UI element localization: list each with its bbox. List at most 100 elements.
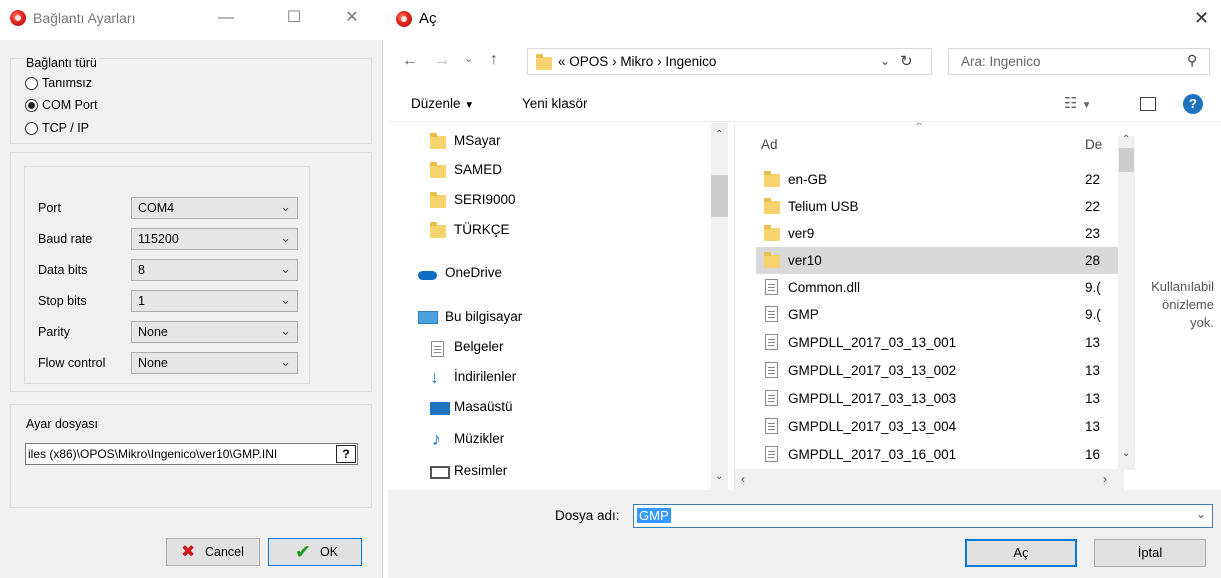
column-header-date[interactable]: De bbox=[1085, 137, 1102, 152]
up-arrow-icon[interactable]: ↑ bbox=[490, 51, 498, 69]
connection-settings-dialog: Bağlantı Ayarları — ☐ ✕ Bağlantı türü Ta… bbox=[0, 0, 383, 578]
close-icon[interactable]: ✕ bbox=[1194, 8, 1209, 29]
search-icon[interactable]: ⚲ bbox=[1187, 52, 1197, 69]
nav-scrollbar[interactable]: ⌃ ⌄ bbox=[711, 123, 728, 490]
file-row[interactable]: GMPDLL_2017_03_13_001 13 bbox=[756, 329, 1124, 356]
folder-icon bbox=[430, 222, 446, 238]
radio-com-port[interactable]: COM Port bbox=[25, 97, 145, 115]
breadcrumb-item-opos[interactable]: OPOS bbox=[569, 54, 608, 69]
close-button[interactable]: ✕ bbox=[340, 8, 364, 28]
scroll-up-icon[interactable]: ⌃ bbox=[1122, 134, 1130, 145]
title-bar: Bağlantı Ayarları — ☐ ✕ bbox=[0, 0, 383, 40]
file-date: 13 bbox=[1085, 335, 1101, 350]
radio-tcp-ip[interactable]: TCP / IP bbox=[25, 120, 145, 138]
recent-chevron-icon[interactable]: ⌄ bbox=[464, 52, 473, 65]
preview-pane-icon[interactable] bbox=[1140, 97, 1156, 111]
back-arrow-icon[interactable]: ← bbox=[402, 52, 418, 70]
file-date: 13 bbox=[1085, 391, 1101, 406]
preview-text-1: Kullanılabil bbox=[1151, 279, 1214, 294]
column-header-name[interactable]: Ad bbox=[761, 137, 778, 152]
baud-rate-select[interactable]: 115200 ⌄ bbox=[131, 228, 298, 250]
folder-icon bbox=[764, 252, 780, 268]
file-row[interactable]: en-GB 22 bbox=[756, 166, 1124, 193]
maximize-button[interactable]: ☐ bbox=[282, 8, 306, 28]
search-box[interactable]: Ara: Ingenico ⚲ bbox=[948, 48, 1210, 75]
port-value: COM4 bbox=[138, 201, 175, 215]
file-row[interactable]: GMPDLL_2017_03_13_003 13 bbox=[756, 385, 1124, 412]
breadcrumb-item-mikro[interactable]: Mikro bbox=[620, 54, 653, 69]
organize-menu[interactable]: Düzenle ▼ bbox=[411, 96, 474, 111]
app-icon bbox=[10, 10, 26, 26]
file-date: 22 bbox=[1085, 199, 1101, 214]
address-dropdown-icon[interactable]: ⌄ bbox=[880, 54, 890, 68]
file-row[interactable]: GMPDLL_2017_03_13_002 13 bbox=[756, 357, 1124, 384]
cancel-button[interactable]: ✖ Cancel bbox=[166, 538, 260, 566]
file-list-hscrollbar[interactable]: ‹ › bbox=[735, 469, 1124, 490]
nav-item-label: Müzikler bbox=[454, 431, 505, 446]
scroll-down-icon[interactable]: ⌄ bbox=[1122, 448, 1130, 459]
filename-input[interactable]: GMP ⌄ bbox=[633, 504, 1213, 528]
file-name: ver10 bbox=[788, 253, 822, 268]
data-bits-select[interactable]: 8 ⌄ bbox=[131, 259, 298, 281]
file-row[interactable]: Common.dll 9.( bbox=[756, 274, 1124, 301]
filename-value: GMP bbox=[637, 508, 671, 523]
flow-control-select[interactable]: None ⌄ bbox=[131, 352, 298, 374]
ok-button[interactable]: ✔ OK bbox=[268, 538, 362, 566]
breadcrumb-overflow[interactable]: « bbox=[558, 54, 566, 69]
cancel-button[interactable]: İptal bbox=[1094, 539, 1206, 567]
help-icon[interactable]: ? bbox=[1183, 94, 1203, 114]
stop-bits-select[interactable]: 1 ⌄ bbox=[131, 290, 298, 312]
text-file-icon bbox=[765, 418, 778, 434]
file-row-selected[interactable]: ver10 28 bbox=[756, 247, 1124, 274]
chevron-down-icon: ⌄ bbox=[280, 354, 291, 369]
window-title: Bağlantı Ayarları bbox=[33, 10, 136, 26]
filename-dropdown-icon[interactable]: ⌄ bbox=[1196, 507, 1206, 521]
search-input[interactable]: Ara: Ingenico bbox=[961, 54, 1041, 69]
file-name: ver9 bbox=[788, 226, 815, 241]
file-row[interactable]: GMPDLL_2017_03_16_001 16 bbox=[756, 441, 1124, 468]
scroll-thumb[interactable] bbox=[711, 175, 728, 217]
address-bar[interactable]: « OPOS › Mikro › Ingenico ⌄ ↻ bbox=[527, 48, 932, 75]
scroll-up-icon[interactable]: ⌃ bbox=[715, 129, 723, 140]
download-icon: ↓ bbox=[430, 367, 439, 387]
port-select[interactable]: COM4 ⌄ bbox=[131, 197, 298, 219]
radio-button[interactable] bbox=[25, 77, 38, 90]
navigation-pane: MSayar SAMED SERI9000 TÜRKÇE OneDrive Bu… bbox=[388, 123, 734, 490]
radio-button[interactable] bbox=[25, 99, 38, 112]
nav-item-label: Masaüstü bbox=[454, 399, 513, 414]
forward-arrow-icon[interactable]: → bbox=[434, 52, 450, 70]
open-button[interactable]: Aç bbox=[965, 539, 1077, 567]
breadcrumb-item-ingenico[interactable]: Ingenico bbox=[665, 54, 716, 69]
scroll-thumb[interactable] bbox=[1119, 148, 1134, 172]
new-folder-button[interactable]: Yeni klasör bbox=[522, 96, 588, 111]
file-row[interactable]: ver9 23 bbox=[756, 220, 1124, 247]
file-date: 22 bbox=[1085, 172, 1101, 187]
settings-file-icon bbox=[765, 306, 778, 322]
flow-control-value: None bbox=[138, 356, 168, 370]
parity-select[interactable]: None ⌄ bbox=[131, 321, 298, 343]
cloud-icon bbox=[418, 271, 437, 280]
minimize-button[interactable]: — bbox=[214, 8, 238, 28]
radio-undefined[interactable]: Tanımsız bbox=[25, 75, 145, 93]
nav-item-label: SAMED bbox=[454, 162, 503, 177]
nav-item-label: Bu bilgisayar bbox=[445, 309, 523, 324]
file-row[interactable]: Telium USB 22 bbox=[756, 193, 1124, 220]
text-file-icon bbox=[765, 362, 778, 378]
organize-label: Düzenle bbox=[411, 96, 461, 111]
file-row[interactable]: GMP 9.( bbox=[756, 301, 1124, 328]
view-options-icon[interactable]: ☷ ▼ bbox=[1064, 94, 1092, 112]
folder-icon bbox=[430, 133, 446, 149]
radio-button[interactable] bbox=[25, 122, 38, 135]
file-row[interactable]: GMPDLL_2017_03_13_004 13 bbox=[756, 413, 1124, 440]
scroll-left-icon[interactable]: ‹ bbox=[741, 472, 745, 486]
file-date: 9.( bbox=[1085, 307, 1101, 322]
file-list-vscrollbar[interactable]: ⌃ ⌄ bbox=[1118, 134, 1135, 470]
scroll-right-icon[interactable]: › bbox=[1103, 472, 1107, 486]
file-date: 13 bbox=[1085, 419, 1101, 434]
text-file-icon bbox=[765, 446, 778, 462]
text-file-icon bbox=[765, 334, 778, 350]
scroll-down-icon[interactable]: ⌄ bbox=[715, 471, 723, 482]
settings-file-input[interactable]: iles (x86)\OPOS\Mikro\Ingenico\ver10\GMP… bbox=[25, 443, 358, 465]
refresh-icon[interactable]: ↻ bbox=[900, 52, 913, 70]
browse-help-button[interactable]: ? bbox=[336, 445, 356, 463]
